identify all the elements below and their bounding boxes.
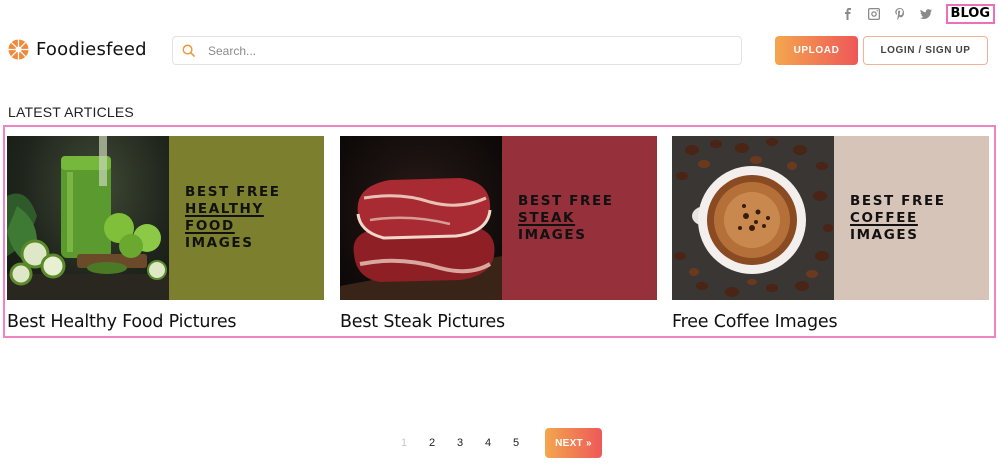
coffee-cup-image — [672, 136, 834, 300]
page-4-link[interactable]: 4 — [474, 437, 502, 449]
page-5-link[interactable]: 5 — [502, 437, 530, 449]
search-input[interactable] — [208, 43, 708, 58]
articles-grid: BEST FREE HEALTHY FOOD IMAGES Best Healt… — [3, 125, 996, 338]
pinterest-icon[interactable] — [894, 7, 906, 21]
login-signup-button[interactable]: LOGIN / SIGN UP — [863, 36, 988, 65]
search-icon — [182, 44, 195, 57]
article-card-steak[interactable]: BEST FREE STEAK IMAGES Best Steak Pictur… — [340, 136, 657, 332]
banner-line: BEST FREE — [518, 192, 614, 209]
raw-steak-image — [340, 136, 502, 300]
article-thumbnail[interactable]: BEST FREE STEAK IMAGES — [340, 136, 657, 300]
pagination: 1 2 3 4 5 NEXT » — [390, 428, 602, 458]
blog-link[interactable]: BLOG — [945, 4, 995, 24]
banner-line: IMAGES — [518, 226, 587, 243]
article-banner: BEST FREE COFFEE IMAGES — [834, 136, 989, 300]
page-1-current: 1 — [400, 437, 408, 449]
foodiesfeed-logo-icon — [8, 39, 29, 60]
social-bar: BLOG — [842, 4, 995, 24]
banner-line: HEALTHY — [185, 201, 264, 217]
banner-line: COFFEE — [850, 209, 918, 226]
next-page-button[interactable]: NEXT » — [545, 428, 602, 458]
article-card-coffee[interactable]: BEST FREE COFFEE IMAGES Free Coffee Imag… — [672, 136, 989, 332]
article-banner: BEST FREE HEALTHY FOOD IMAGES — [169, 136, 324, 300]
search-bar[interactable] — [172, 36, 742, 65]
upload-button[interactable]: UPLOAD — [775, 36, 858, 65]
article-title[interactable]: Free Coffee Images — [672, 312, 989, 332]
page-3-link[interactable]: 3 — [446, 437, 474, 449]
green-smoothie-image — [7, 136, 169, 300]
twitter-icon[interactable] — [919, 7, 932, 21]
facebook-icon[interactable] — [842, 7, 854, 21]
article-banner: BEST FREE STEAK IMAGES — [502, 136, 657, 300]
article-thumbnail[interactable]: BEST FREE COFFEE IMAGES — [672, 136, 989, 300]
banner-line: BEST FREE — [185, 184, 281, 200]
instagram-icon[interactable] — [867, 7, 880, 21]
logo-text: Foodiesfeed — [36, 39, 147, 60]
banner-line: BEST FREE — [850, 192, 946, 209]
article-title[interactable]: Best Healthy Food Pictures — [7, 312, 324, 332]
article-card-healthy-food[interactable]: BEST FREE HEALTHY FOOD IMAGES Best Healt… — [7, 136, 324, 332]
banner-line: IMAGES — [185, 235, 254, 251]
section-title: LATEST ARTICLES — [8, 104, 134, 120]
article-title[interactable]: Best Steak Pictures — [340, 312, 657, 332]
banner-line: IMAGES — [850, 226, 919, 243]
article-thumbnail[interactable]: BEST FREE HEALTHY FOOD IMAGES — [7, 136, 324, 300]
banner-line: STEAK — [518, 209, 576, 226]
logo[interactable]: Foodiesfeed — [8, 39, 147, 60]
banner-line: FOOD — [185, 218, 235, 234]
page-2-link[interactable]: 2 — [418, 437, 446, 449]
